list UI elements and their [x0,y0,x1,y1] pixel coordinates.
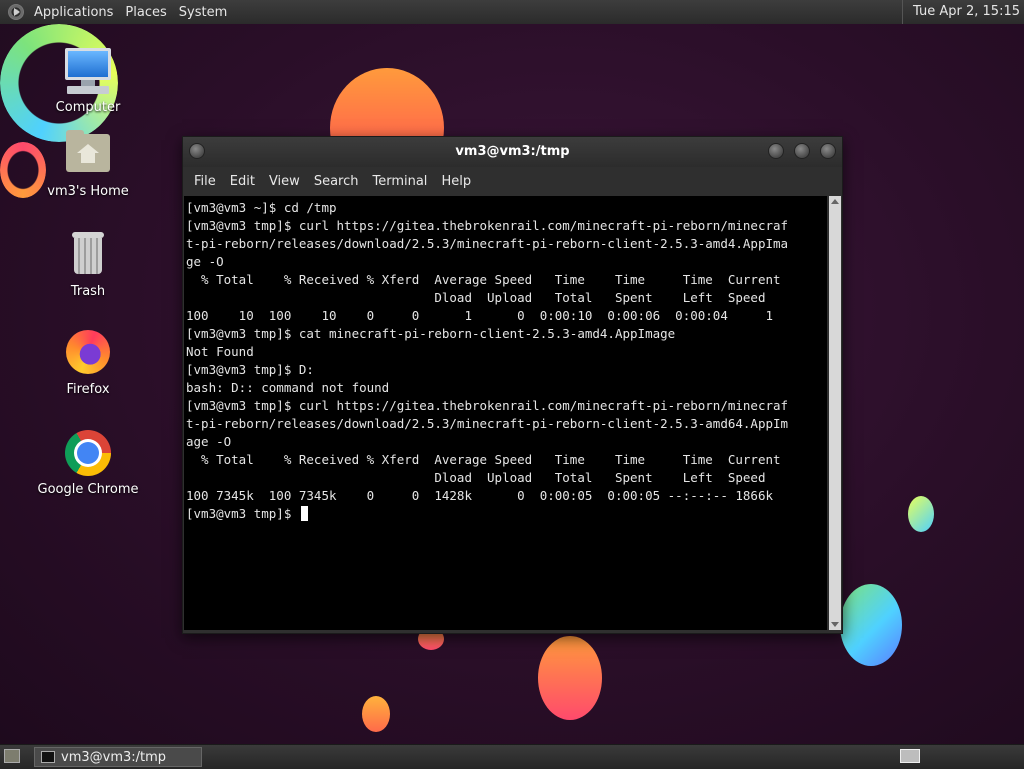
text-cursor [300,506,308,521]
chrome-icon [63,428,113,478]
desktop-icon-label: Google Chrome [37,482,139,497]
menu-applications[interactable]: Applications [28,5,119,20]
desktop-icon-chrome[interactable]: Google Chrome [28,428,148,497]
clock[interactable]: Tue Apr 2, 15:15 [902,0,1020,24]
home-folder-icon [63,130,113,180]
desktop-icon-home[interactable]: vm3's Home [28,130,148,199]
firefox-icon [63,328,113,378]
wallpaper-shape [538,636,602,720]
workspace-switcher[interactable] [900,749,920,763]
wallpaper-shape [362,696,390,732]
taskbar-window-button[interactable]: vm3@vm3:/tmp [34,747,202,767]
desktop-icon-label: vm3's Home [47,184,129,199]
window-title: vm3@vm3:/tmp [455,144,570,159]
bottom-panel: vm3@vm3:/tmp [0,744,1024,769]
terminal-output: [vm3@vm3 ~]$ cd /tmp [vm3@vm3 tmp]$ curl… [186,200,789,521]
menu-places[interactable]: Places [119,5,172,20]
close-button[interactable] [820,143,836,159]
show-desktop-icon[interactable] [4,749,20,763]
menu-system[interactable]: System [173,5,233,20]
taskbar-window-label: vm3@vm3:/tmp [61,749,167,765]
minimize-button[interactable] [768,143,784,159]
wallpaper-shape [840,584,902,666]
desktop-icon-label: Firefox [66,382,110,397]
menu-terminal[interactable]: Terminal [365,174,434,189]
maximize-button[interactable] [794,143,810,159]
terminal-window: vm3@vm3:/tmp File Edit View Search Termi… [182,136,843,634]
menu-file[interactable]: File [187,174,223,189]
menu-search[interactable]: Search [307,174,366,189]
menu-edit[interactable]: Edit [223,174,262,189]
scroll-up-arrow-icon[interactable] [831,199,839,204]
top-panel: Applications Places System Tue Apr 2, 15… [0,0,1024,25]
desktop-icon-trash[interactable]: Trash [28,230,148,299]
computer-icon [63,46,113,96]
scroll-down-arrow-icon[interactable] [831,622,839,627]
desktop-icon-label: Computer [55,100,121,115]
applications-logo-icon[interactable] [8,4,24,20]
menu-view[interactable]: View [262,174,307,189]
terminal-icon [41,751,55,763]
desktop-icon-label: Trash [70,284,106,299]
menu-help[interactable]: Help [434,174,478,189]
scrollbar[interactable] [829,196,841,630]
terminal-output-area[interactable]: [vm3@vm3 ~]$ cd /tmp [vm3@vm3 tmp]$ curl… [184,196,827,630]
window-titlebar[interactable]: vm3@vm3:/tmp [183,137,842,167]
wallpaper-shape [908,496,934,532]
desktop-icon-computer[interactable]: Computer [28,46,148,115]
trash-icon [63,230,113,280]
desktop-icon-firefox[interactable]: Firefox [28,328,148,397]
terminal-menubar: File Edit View Search Terminal Help [183,167,842,195]
